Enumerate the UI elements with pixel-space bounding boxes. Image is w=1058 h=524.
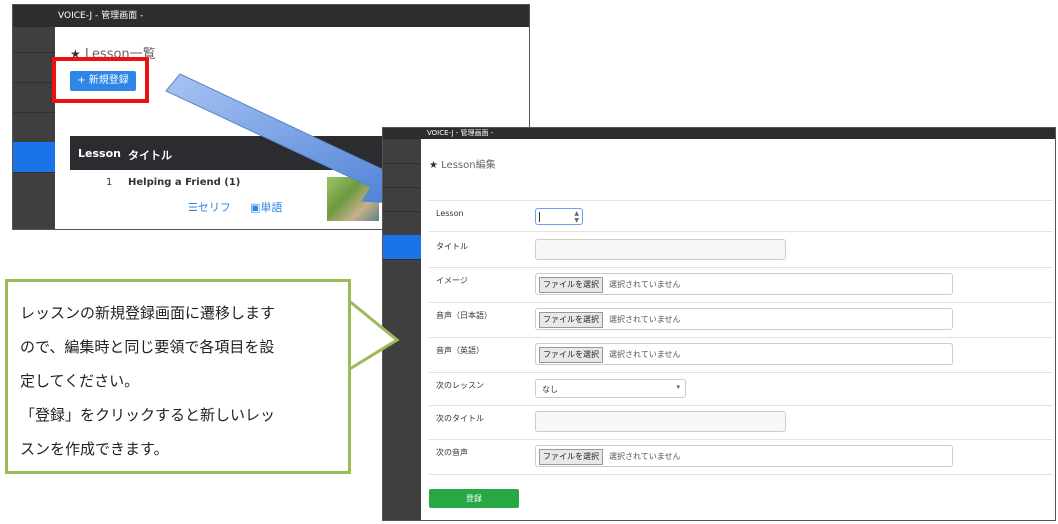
divider bbox=[429, 405, 1053, 406]
choose-file-button[interactable]: ファイルを選択 bbox=[539, 449, 603, 465]
no-file-text: 選択されていません bbox=[609, 452, 681, 461]
callout-pointer bbox=[345, 300, 400, 373]
app-header: VOICE-J - 管理画面 - bbox=[383, 128, 1055, 139]
next-lesson-select[interactable]: なし ▾ bbox=[535, 379, 686, 398]
divider bbox=[429, 337, 1053, 338]
title-input[interactable] bbox=[535, 239, 786, 260]
spinner-icon[interactable]: ▲ ▼ bbox=[574, 210, 579, 224]
sidebar-item-lesson-active[interactable] bbox=[383, 235, 421, 260]
choose-file-button[interactable]: ファイルを選択 bbox=[539, 277, 603, 293]
divider bbox=[429, 200, 1053, 201]
no-file-text: 選択されていません bbox=[609, 350, 681, 359]
label-next-title: 次のタイトル bbox=[436, 414, 484, 423]
text-cursor bbox=[539, 212, 540, 222]
star-icon: ★ bbox=[429, 160, 438, 171]
sidebar-item[interactable] bbox=[383, 163, 421, 188]
image-file-input[interactable]: ファイルを選択 選択されていません bbox=[535, 273, 953, 295]
instruction-callout: レッスンの新規登録画面に遷移します ので、編集時と同じ要領で各項目を設 定してく… bbox=[5, 279, 351, 474]
label-audio-english: 音声（英語） bbox=[436, 346, 484, 355]
callout-line: 定してください。 bbox=[20, 372, 140, 390]
audio-english-file-input[interactable]: ファイルを選択 選択されていません bbox=[535, 343, 953, 365]
audio-japanese-file-input[interactable]: ファイルを選択 選択されていません bbox=[535, 308, 953, 330]
label-next-lesson: 次のレッスン bbox=[436, 381, 484, 390]
divider bbox=[429, 231, 1053, 232]
divider bbox=[429, 302, 1053, 303]
divider bbox=[429, 474, 1053, 475]
label-audio-japanese: 音声（日本語） bbox=[436, 311, 492, 320]
divider bbox=[429, 372, 1053, 373]
sidebar-item[interactable] bbox=[383, 187, 421, 212]
chevron-down-icon: ▾ bbox=[676, 383, 680, 391]
callout-line: ので、編集時と同じ要領で各項目を設 bbox=[20, 338, 275, 356]
callout-line: 「登録」をクリックすると新しいレッ bbox=[20, 406, 276, 424]
next-title-input[interactable] bbox=[535, 411, 786, 432]
next-audio-file-input[interactable]: ファイルを選択 選択されていません bbox=[535, 445, 953, 467]
label-image: イメージ bbox=[436, 276, 468, 285]
app-title: VOICE-J - 管理画面 - bbox=[427, 129, 494, 137]
no-file-text: 選択されていません bbox=[609, 315, 681, 324]
page-title: ★ Lesson編集 bbox=[429, 160, 496, 171]
lesson-edit-screenshot: VOICE-J - 管理画面 - ★ Lesson編集 Lesson ▲ ▼ タイ… bbox=[382, 127, 1056, 521]
no-file-text: 選択されていません bbox=[609, 280, 681, 289]
lesson-number-input[interactable]: ▲ ▼ bbox=[535, 208, 583, 225]
sidebar-item[interactable] bbox=[383, 211, 421, 236]
choose-file-button[interactable]: ファイルを選択 bbox=[539, 347, 603, 363]
callout-line: スンを作成できます。 bbox=[20, 440, 169, 458]
callout-line: レッスンの新規登録画面に遷移します bbox=[20, 304, 276, 322]
label-next-audio: 次の音声 bbox=[436, 448, 468, 457]
divider bbox=[429, 439, 1053, 440]
divider bbox=[429, 267, 1053, 268]
label-lesson: Lesson bbox=[436, 209, 464, 218]
choose-file-button[interactable]: ファイルを選択 bbox=[539, 312, 603, 328]
next-lesson-selected: なし bbox=[542, 385, 558, 394]
sidebar-item[interactable] bbox=[383, 139, 421, 164]
label-title: タイトル bbox=[436, 242, 468, 251]
register-button[interactable]: 登録 bbox=[429, 489, 519, 508]
